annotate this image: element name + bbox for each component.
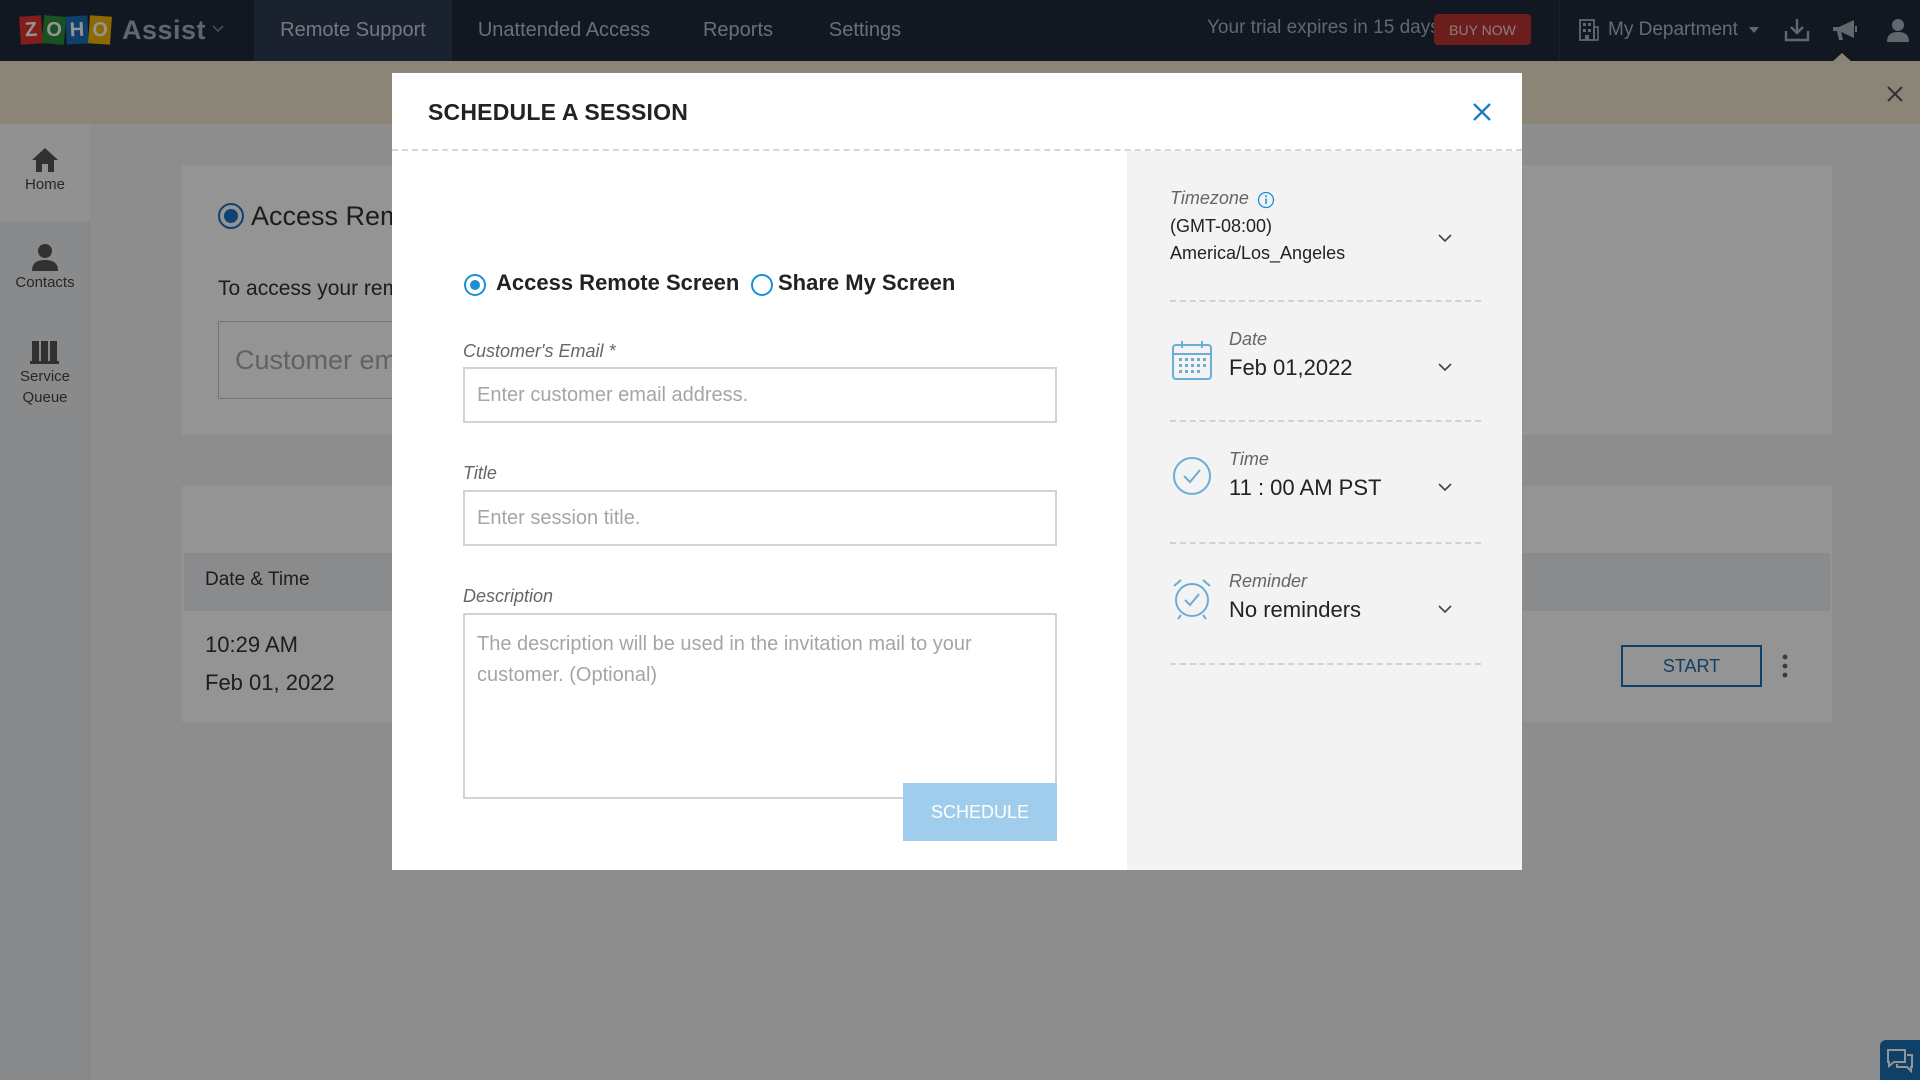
chevron-down-icon <box>1438 363 1452 372</box>
timezone-label: Timezone <box>1170 188 1249 208</box>
timezone-name: America/Los_Angeles <box>1170 243 1346 263</box>
chevron-down-icon <box>1438 234 1452 243</box>
description-field[interactable] <box>463 613 1057 799</box>
dialog-header: SCHEDULE A SESSION <box>392 73 1522 151</box>
chevron-down-icon <box>1438 605 1452 614</box>
date-label: Date <box>1229 329 1268 349</box>
reminder-value: No reminders <box>1229 597 1362 622</box>
radio-label: Share My Screen <box>778 270 956 295</box>
reminder-selector[interactable]: Reminder No reminders <box>1170 544 1481 665</box>
time-value: 11 : 00 AM PST <box>1229 475 1382 500</box>
schedule-button[interactable]: SCHEDULE <box>903 783 1057 841</box>
title-field[interactable] <box>463 490 1057 546</box>
reminder-label: Reminder <box>1229 571 1308 591</box>
alarm-clock-icon <box>1173 579 1211 620</box>
timezone-selector[interactable]: Timezone (GMT-08:00) America/Los_Angeles <box>1170 188 1481 302</box>
date-value: Feb 01,2022 <box>1229 355 1353 380</box>
timezone-offset: (GMT-08:00) <box>1170 216 1273 236</box>
date-selector[interactable]: Date Feb 01,2022 <box>1170 302 1481 422</box>
time-selector[interactable]: Time 11 : 00 AM PST <box>1170 422 1481 544</box>
description-field-label: Description <box>463 586 554 606</box>
schedule-session-dialog: SCHEDULE A SESSION Access Remote Screen … <box>392 73 1522 870</box>
title-field-label: Title <box>463 463 497 483</box>
access-remote-screen-radio[interactable] <box>464 274 486 296</box>
email-field[interactable] <box>463 367 1057 423</box>
close-icon[interactable] <box>1468 98 1496 126</box>
session-form: Access Remote Screen Share My Screen Cus… <box>392 151 1127 870</box>
clock-icon <box>1173 457 1211 495</box>
calendar-icon <box>1172 341 1212 380</box>
chevron-down-icon <box>1438 483 1452 492</box>
time-label: Time <box>1229 449 1269 469</box>
share-my-screen-radio[interactable] <box>751 274 773 296</box>
email-field-label: Customer's Email * <box>463 341 616 361</box>
radio-label: Access Remote Screen <box>496 270 740 295</box>
dialog-title: SCHEDULE A SESSION <box>428 99 689 125</box>
info-icon[interactable] <box>1257 191 1275 209</box>
